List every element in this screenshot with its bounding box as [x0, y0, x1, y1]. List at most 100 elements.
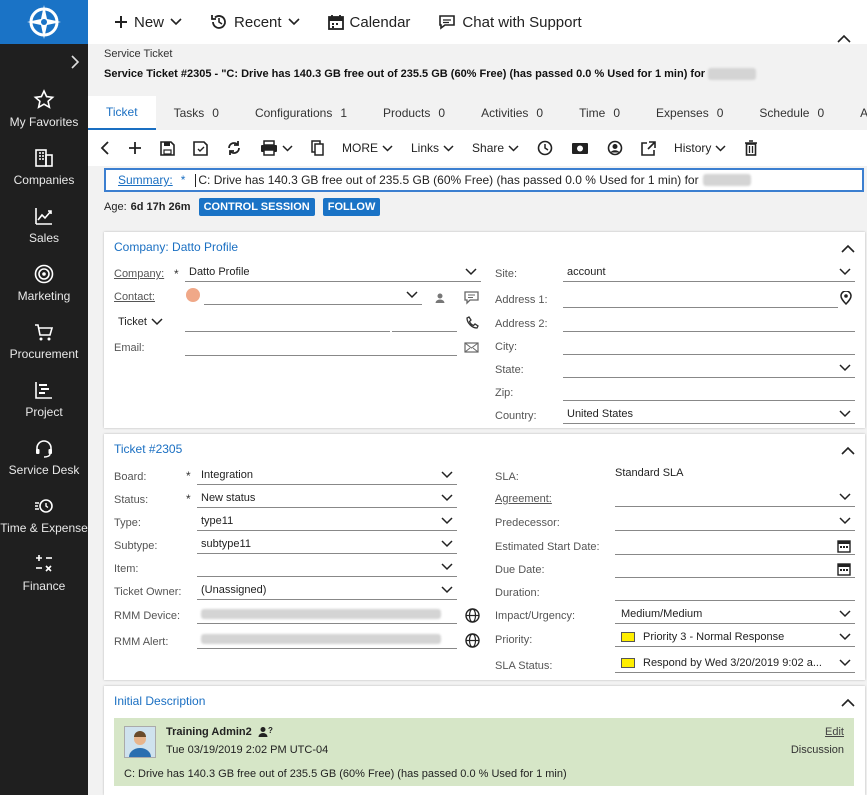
delete-button[interactable] [744, 140, 758, 156]
globe-icon[interactable] [465, 608, 480, 623]
map-pin-icon[interactable] [840, 291, 852, 305]
tab-tasks[interactable]: Tasks 0 [156, 96, 237, 130]
follow-button[interactable]: FOLLOW [322, 198, 381, 216]
share-menu[interactable]: Share [472, 141, 519, 155]
tab-label: Configurations [254, 106, 333, 120]
new-button[interactable]: New [114, 14, 182, 31]
ticket-owner-select[interactable]: (Unassigned) [197, 584, 457, 600]
chat-support-button[interactable]: Chat with Support [438, 14, 582, 31]
sidebar-item-finance[interactable]: Finance [0, 544, 88, 602]
tab-expenses[interactable]: Expenses 0 [638, 96, 741, 130]
globe-icon[interactable] [465, 633, 480, 648]
summary-field[interactable]: Summary: * C: Drive has 140.3 GB free ou… [104, 168, 864, 192]
state-select[interactable] [563, 362, 855, 378]
print-button[interactable] [260, 140, 293, 156]
type-select[interactable]: type11 [197, 515, 457, 531]
recent-button[interactable]: Recent [210, 13, 300, 31]
subtype-select[interactable]: subtype11 [197, 538, 457, 554]
time-entry-button[interactable] [537, 140, 553, 156]
address2-field[interactable] [563, 316, 855, 332]
due-date-field[interactable] [615, 562, 855, 578]
phone-field[interactable] [185, 316, 390, 332]
sla-status-select[interactable]: Respond by Wed 3/20/2019 9:02 a... [615, 657, 855, 673]
zip-field[interactable] [563, 385, 855, 401]
sidebar-item-service-desk[interactable]: Service Desk [0, 428, 88, 486]
tab-ticket[interactable]: Ticket [88, 96, 156, 130]
open-new-window-button[interactable] [641, 140, 656, 156]
tab-configurations[interactable]: Configurations 1 [237, 96, 365, 130]
item-select[interactable] [197, 561, 457, 577]
save-button[interactable] [160, 140, 175, 156]
rmm-alert-field[interactable] [197, 633, 457, 649]
ticket-card: Ticket #2305 Board: * Integration Status… [104, 434, 865, 680]
control-session-button[interactable]: CONTROL SESSION [198, 198, 315, 216]
author-name: Training Admin2 [166, 726, 252, 738]
user-circle-icon [607, 140, 623, 156]
sidebar-item-time-expense[interactable]: Time & Expense [0, 486, 88, 544]
tab-schedule[interactable]: Schedule 0 [741, 96, 842, 130]
collapse-description-button[interactable] [841, 696, 855, 710]
sidebar-item-my-favorites[interactable]: My Favorites [0, 80, 88, 138]
external-link-icon [641, 140, 656, 156]
sidebar-item-procurement[interactable]: Procurement [0, 312, 88, 370]
collapse-company-button[interactable] [841, 242, 855, 256]
company-select[interactable]: Datto Profile [185, 266, 481, 282]
agreement-select[interactable] [615, 491, 855, 507]
person-icon[interactable] [434, 292, 446, 304]
tab-time[interactable]: Time 0 [561, 96, 638, 130]
sla-label: SLA: [495, 471, 519, 483]
save-close-button[interactable] [193, 140, 208, 156]
site-select[interactable]: account [563, 266, 855, 282]
est-start-field[interactable] [615, 539, 855, 555]
expense-button[interactable] [571, 142, 589, 155]
sidebar-item-project[interactable]: Project [0, 370, 88, 428]
duration-field[interactable] [615, 585, 855, 601]
phone-extension-field[interactable] [392, 316, 457, 332]
contact-button[interactable] [607, 140, 623, 156]
tab-products[interactable]: Products 0 [365, 96, 463, 130]
envelope-icon[interactable] [464, 342, 479, 353]
sidebar-item-sales[interactable]: Sales [0, 196, 88, 254]
collapse-ticket-button[interactable] [841, 444, 855, 458]
status-select[interactable]: New status [197, 492, 457, 508]
sidebar-expand-button[interactable] [0, 44, 88, 80]
history-menu[interactable]: History [674, 141, 726, 155]
phone-icon[interactable] [466, 316, 479, 329]
impact-select[interactable]: Medium/Medium [615, 608, 855, 624]
email-field[interactable] [185, 340, 457, 356]
predecessor-select[interactable] [615, 515, 855, 531]
links-menu[interactable]: Links [411, 141, 454, 155]
copy-icon [311, 140, 324, 156]
chevron-down-icon [839, 633, 851, 641]
contact-avatar [186, 288, 200, 302]
summary-input[interactable]: C: Drive has 140.3 GB free out of 235.5 … [198, 173, 698, 187]
copy-button[interactable] [311, 140, 324, 156]
country-select[interactable]: United States [563, 408, 855, 424]
city-field[interactable] [563, 339, 855, 355]
svg-text:?: ? [268, 726, 273, 735]
more-menu[interactable]: MORE [342, 141, 393, 155]
calendar-icon[interactable] [837, 562, 851, 576]
refresh-button[interactable] [226, 140, 242, 156]
headset-icon [36, 440, 52, 458]
calculator-icon [36, 555, 52, 572]
add-button[interactable] [128, 141, 142, 155]
sidebar-item-marketing[interactable]: Marketing [0, 254, 88, 312]
collapse-header-button[interactable] [837, 32, 851, 46]
back-button[interactable] [100, 141, 110, 155]
calendar-button[interactable]: Calendar [327, 14, 410, 31]
priority-select[interactable]: Priority 3 - Normal Response [615, 631, 855, 647]
comment-icon[interactable] [464, 291, 479, 305]
sidebar: My Favorites Companies Sales Marketing Procu… [0, 0, 88, 795]
calendar-icon[interactable] [837, 539, 851, 553]
address1-field[interactable] [563, 292, 838, 308]
board-select[interactable]: Integration [197, 469, 457, 485]
sidebar-item-companies[interactable]: Companies [0, 138, 88, 196]
edit-link[interactable]: Edit [825, 726, 844, 738]
app-logo[interactable] [0, 0, 88, 44]
phone-type-select[interactable]: Ticket [118, 316, 163, 328]
tab-activities[interactable]: Activities 0 [463, 96, 561, 130]
rmm-device-field[interactable] [197, 608, 457, 624]
contact-select[interactable] [204, 289, 422, 305]
tab-attachm[interactable]: Attachm [842, 96, 867, 130]
